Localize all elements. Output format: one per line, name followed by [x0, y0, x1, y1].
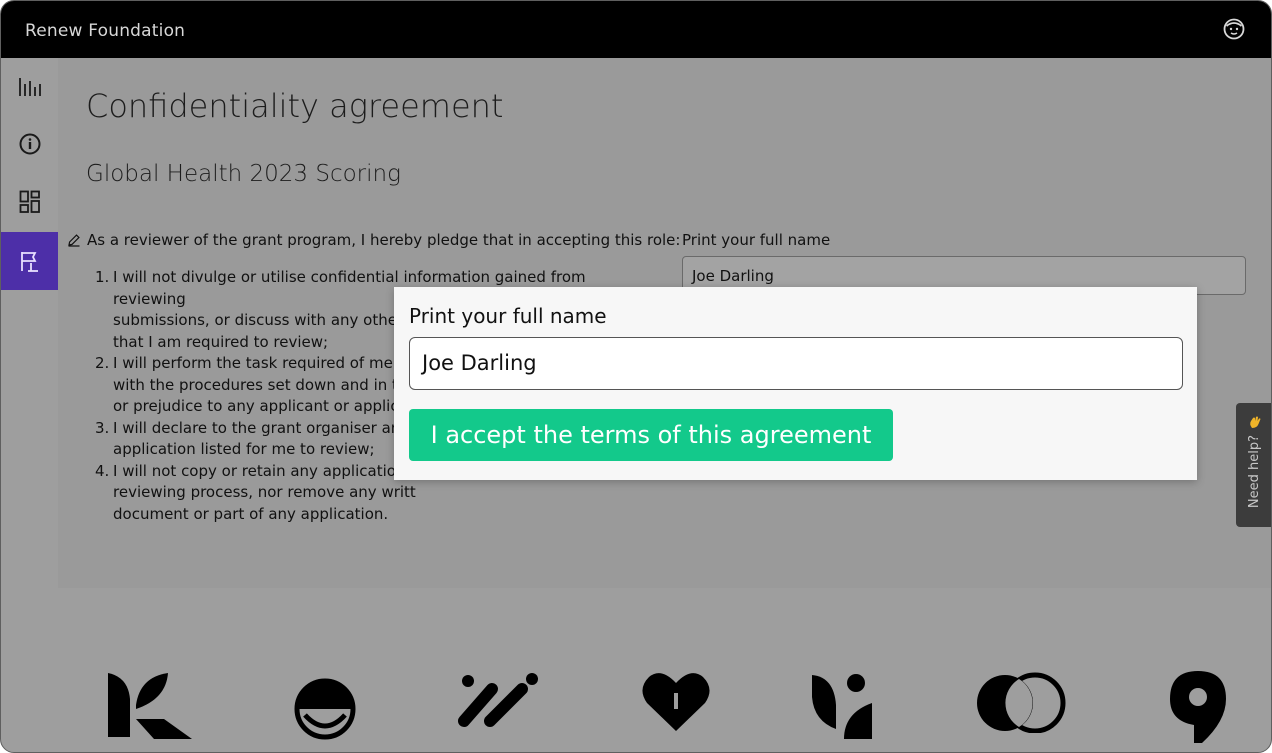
- full-name-label: Print your full name: [682, 231, 831, 249]
- pledge-intro: As a reviewer of the grant program, I he…: [67, 231, 680, 249]
- page-subtitle: Global Health 2023 Scoring: [86, 161, 401, 187]
- sidebar-item-stats[interactable]: [1, 58, 58, 116]
- dialog-name-input[interactable]: Joe Darling: [409, 337, 1183, 390]
- top-bar: Renew Foundation: [1, 1, 1271, 58]
- accept-agreement-dialog: Print your full name Joe Darling I accep…: [394, 287, 1197, 480]
- dashboard-icon: [19, 190, 40, 213]
- sidebar-item-info[interactable]: [1, 115, 58, 173]
- sidebar: [1, 58, 58, 588]
- waving-hand-icon: [1249, 416, 1260, 428]
- accept-terms-button[interactable]: I accept the terms of this agreement: [409, 409, 893, 461]
- overlap-circles-logo-icon: [977, 672, 1066, 733]
- need-help-tab[interactable]: Need help?: [1236, 403, 1271, 527]
- leaf-k-logo-icon: [108, 673, 192, 739]
- user-avatar-icon[interactable]: [1223, 18, 1245, 40]
- app-title: Renew Foundation: [25, 21, 186, 41]
- need-help-label: Need help?: [1247, 435, 1262, 509]
- pin-logo-icon: [1170, 671, 1226, 743]
- bar-chart-icon: [18, 78, 41, 96]
- pledge-intro-text: As a reviewer of the grant program, I he…: [87, 231, 681, 249]
- leaf-i-logo-icon: [812, 674, 872, 739]
- dialog-name-label: Print your full name: [409, 304, 607, 328]
- sidebar-item-agreement[interactable]: [1, 232, 58, 290]
- flag-icon: [20, 252, 38, 272]
- page-title: Confidentiality agreement: [86, 87, 504, 125]
- info-icon: [19, 133, 40, 155]
- pencil-icon: [68, 234, 80, 247]
- smile-dome-logo-icon: [294, 678, 356, 740]
- heart-logo-icon: [642, 673, 710, 731]
- sidebar-item-dashboard[interactable]: [1, 173, 58, 231]
- slash-marks-logo-icon: [458, 673, 538, 727]
- app-window: Renew Foundation Confidentiality agreeme…: [0, 0, 1272, 753]
- partner-logos: [1, 661, 1271, 751]
